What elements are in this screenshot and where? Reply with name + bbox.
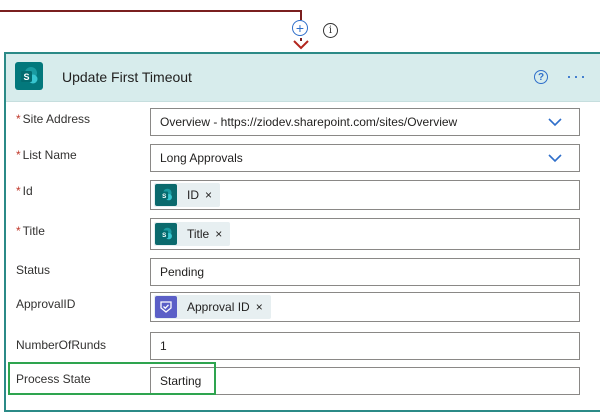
svg-text:S: S <box>23 72 29 82</box>
list-name-row: * List Name Long Approvals <box>0 144 596 174</box>
chevron-down-icon[interactable] <box>548 117 562 127</box>
card-header[interactable]: S Update First Timeout ? ··· <box>6 54 600 102</box>
site-address-value: Overview - https://ziodev.sharepoint.com… <box>160 115 458 129</box>
approval-id-label: ApprovalID <box>16 297 76 311</box>
site-address-row: * Site Address Overview - https://ziodev.… <box>0 108 596 138</box>
approval-id-token-label: Approval ID <box>187 300 250 314</box>
ellipsis-icon[interactable]: ··· <box>566 66 587 87</box>
status-row: Status Pending <box>0 258 596 288</box>
title-row: * Title S Title × <box>0 218 596 250</box>
approvals-icon <box>155 296 177 318</box>
plus-circle-icon[interactable]: + <box>292 20 308 36</box>
remove-token-icon[interactable]: × <box>256 300 263 314</box>
remove-token-icon[interactable]: × <box>205 188 212 202</box>
arrow-down-icon <box>293 38 309 50</box>
list-name-value: Long Approvals <box>160 151 243 165</box>
svg-text:S: S <box>162 193 166 200</box>
sharepoint-icon: S <box>155 223 177 245</box>
sharepoint-icon: S <box>155 184 177 206</box>
chevron-down-icon[interactable] <box>548 153 562 163</box>
remove-token-icon[interactable]: × <box>215 227 222 241</box>
site-address-label: * Site Address <box>16 112 91 126</box>
title-token[interactable]: S Title × <box>154 222 231 246</box>
number-of-runds-row: NumberOfRunds 1 <box>0 332 596 362</box>
number-of-runds-label: NumberOfRunds <box>16 338 107 352</box>
id-token-label: ID <box>187 188 199 202</box>
svg-text:S: S <box>162 232 166 239</box>
id-label: * Id <box>16 184 33 198</box>
info-circle-icon[interactable]: i <box>323 23 338 38</box>
approval-id-token[interactable]: Approval ID × <box>154 295 271 319</box>
status-input[interactable]: Pending <box>150 258 580 286</box>
approval-id-row: ApprovalID Approval ID × <box>0 292 596 322</box>
approval-id-field[interactable]: Approval ID × <box>150 292 580 322</box>
flow-connector-line-vertical <box>300 10 302 20</box>
id-field[interactable]: S ID × <box>150 180 580 210</box>
status-value: Pending <box>160 265 205 279</box>
flow-connector-line <box>0 10 302 12</box>
title-label: * Title <box>16 224 45 238</box>
question-circle-icon[interactable]: ? <box>534 70 548 84</box>
process-state-highlight <box>8 362 216 395</box>
card-title: Update First Timeout <box>62 69 192 85</box>
list-name-dropdown[interactable]: Long Approvals <box>150 144 580 172</box>
site-address-dropdown[interactable]: Overview - https://ziodev.sharepoint.com… <box>150 108 580 136</box>
list-name-label: * List Name <box>16 148 77 162</box>
number-of-runds-value: 1 <box>160 339 167 353</box>
title-token-label: Title <box>187 227 210 241</box>
id-row: * Id S ID × <box>0 180 596 210</box>
number-of-runds-input[interactable]: 1 <box>150 332 580 360</box>
sharepoint-icon: S <box>15 62 43 90</box>
status-label: Status <box>16 263 51 277</box>
id-token[interactable]: S ID × <box>154 183 221 207</box>
title-field[interactable]: S Title × <box>150 218 580 250</box>
